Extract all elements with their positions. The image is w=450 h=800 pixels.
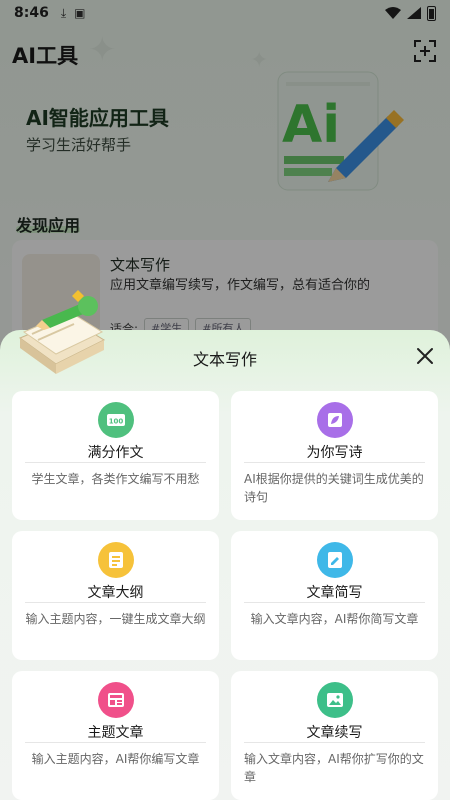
tool-card-description: 输入文章内容，AI帮你扩写你的文章 <box>244 752 424 784</box>
divider <box>25 462 206 463</box>
tool-card-description: 输入文章内容，AI帮你简写文章 <box>250 612 419 626</box>
tool-card-description: 学生文章，各类作文编写不用愁 <box>31 472 200 486</box>
tool-card-title: 文章大纲 <box>87 585 144 601</box>
tool-card-title: 为你写诗 <box>306 445 363 461</box>
image-doc-icon <box>316 682 353 718</box>
tool-card-theme-article[interactable]: 主题文章 输入主题内容，AI帮你编写文章 <box>12 671 219 800</box>
divider <box>244 602 425 603</box>
tool-card-description: 输入主题内容，一键生成文章大纲 <box>25 612 206 626</box>
layout-icon <box>97 682 134 718</box>
book-pen-illustration <box>18 290 106 374</box>
divider <box>244 742 425 743</box>
divider <box>244 462 425 463</box>
tool-card-title: 文章续写 <box>306 725 363 741</box>
tool-card-description: 输入主题内容，AI帮你编写文章 <box>31 752 200 766</box>
leaf-icon <box>316 402 353 438</box>
tool-card-title: 满分作文 <box>87 445 144 461</box>
edit-doc-icon <box>316 542 353 578</box>
tool-card-full-score-essay[interactable]: 100 满分作文 学生文章，各类作文编写不用愁 <box>12 391 219 520</box>
tool-card-article-outline[interactable]: 文章大纲 输入主题内容，一键生成文章大纲 <box>12 531 219 660</box>
divider <box>25 742 206 743</box>
tool-grid: 100 满分作文 学生文章，各类作文编写不用愁 为你写诗 AI根据你提供的关键词… <box>12 391 438 800</box>
tool-card-article-summary[interactable]: 文章简写 输入文章内容，AI帮你简写文章 <box>231 531 438 660</box>
svg-text:100: 100 <box>108 418 123 426</box>
document-icon <box>97 542 134 578</box>
close-icon[interactable] <box>416 347 434 365</box>
tool-card-title: 主题文章 <box>87 725 144 741</box>
tool-card-description: AI根据你提供的关键词生成优美的诗句 <box>244 472 424 504</box>
tool-card-title: 文章简写 <box>306 585 363 601</box>
tool-card-article-continue[interactable]: 文章续写 输入文章内容，AI帮你扩写你的文章 <box>231 671 438 800</box>
divider <box>25 602 206 603</box>
score-100-icon: 100 <box>97 402 134 438</box>
tool-card-write-poem[interactable]: 为你写诗 AI根据你提供的关键词生成优美的诗句 <box>231 391 438 520</box>
